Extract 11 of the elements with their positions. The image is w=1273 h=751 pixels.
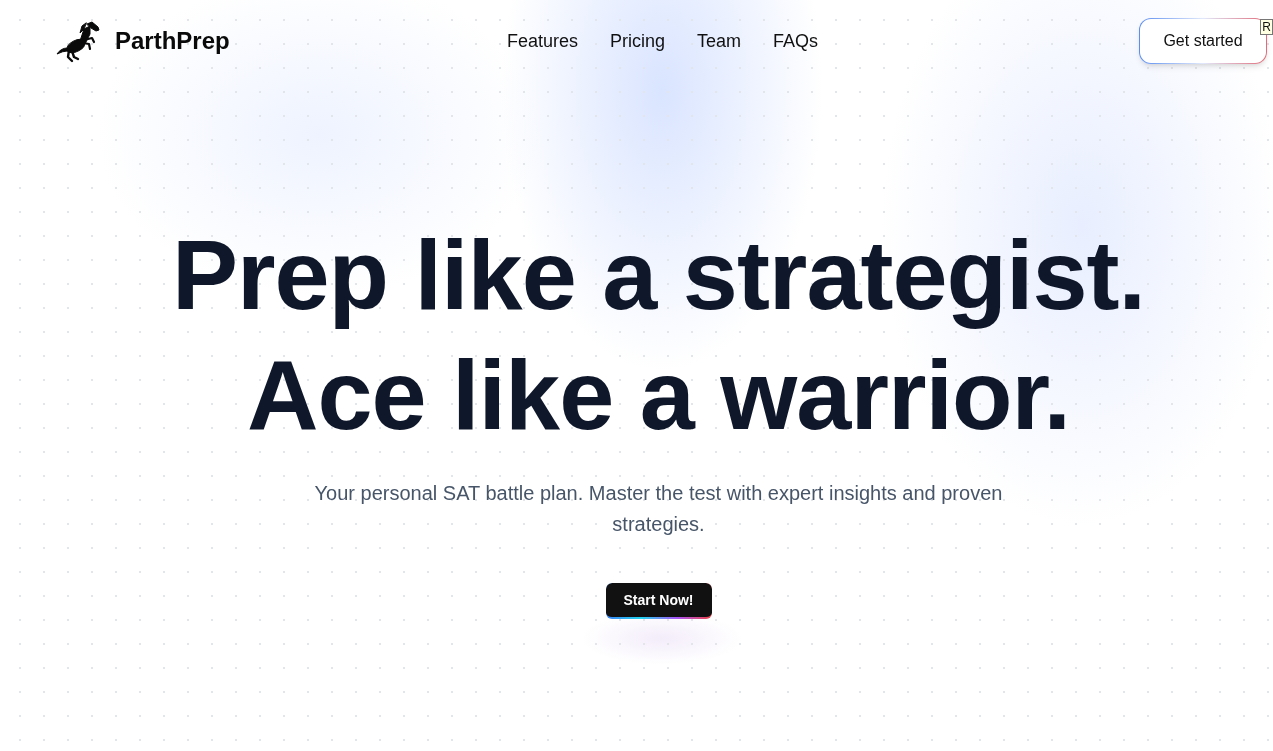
subtitle: Your personal SAT battle plan. Master the test with expert insights and proven strategies.: [313, 481, 1004, 537]
headline: Ace like a warrior.: [246, 338, 1071, 452]
headline: Prep like a strategist.: [171, 218, 1146, 332]
start-now-button[interactable]: Start Now!: [605, 583, 712, 619]
nav-link[interactable]: Pricing: [610, 27, 666, 55]
tooltip: R: [1260, 19, 1273, 35]
nav-link[interactable]: FAQs: [773, 27, 819, 55]
horse-logo-icon: [55, 19, 101, 63]
nav-link[interactable]: Features: [507, 27, 579, 55]
nav-link[interactable]: Team: [697, 27, 742, 55]
brand-name[interactable]: ParthPrep: [115, 23, 230, 59]
